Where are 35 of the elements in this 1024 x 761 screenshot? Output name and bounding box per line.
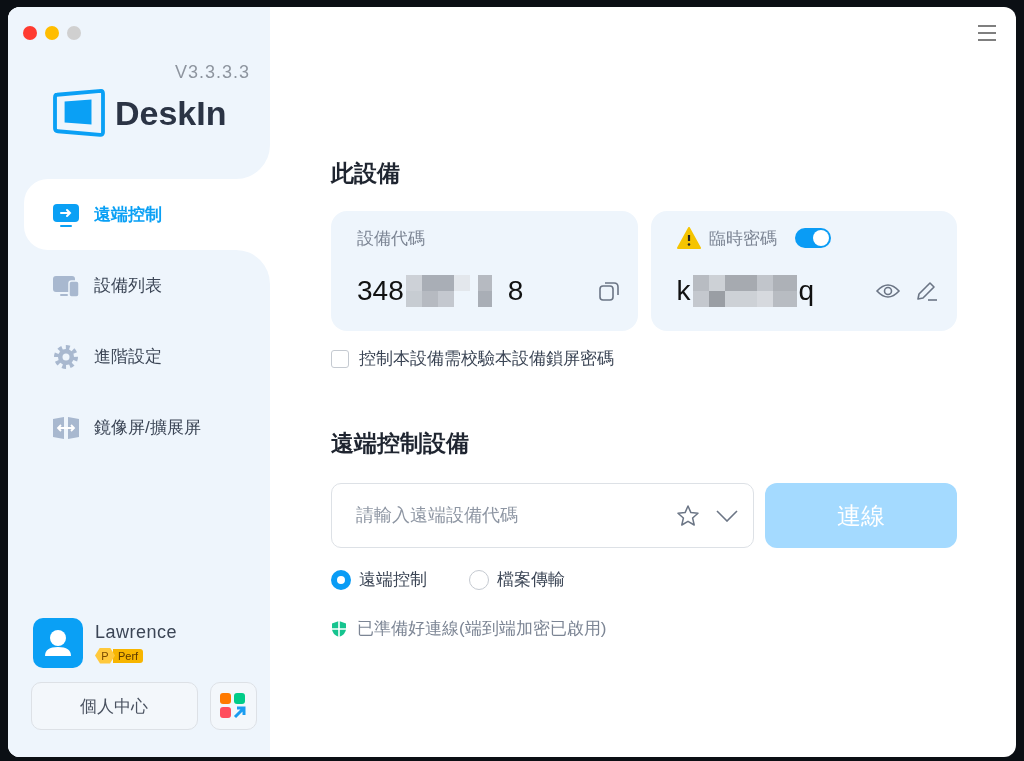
password-end: q [798, 275, 815, 307]
user-name: Lawrence [95, 621, 178, 643]
radio-button[interactable] [331, 569, 351, 590]
pencil-icon[interactable] [915, 280, 939, 302]
checkbox[interactable] [331, 349, 349, 368]
code-start: 348 [357, 275, 404, 307]
profile-button[interactable]: 個人中心 [31, 682, 198, 730]
device-code-field[interactable]: 請輸入遠端設備代碼 [331, 483, 754, 548]
code-end: 8 [507, 275, 524, 307]
status-text: 已準備好連線(端到端加密已啟用) [357, 618, 607, 640]
section-title: 此設備 [331, 159, 401, 188]
gear-icon [52, 342, 80, 371]
warning-icon [676, 227, 701, 249]
app-name: DeskIn [115, 93, 227, 133]
chevron-down-icon[interactable] [716, 509, 738, 522]
menu-icon[interactable] [977, 25, 997, 41]
apps-icon [220, 693, 247, 719]
star-icon[interactable] [676, 503, 700, 528]
radio-label: 遠端控制 [359, 569, 427, 591]
copy-icon[interactable] [597, 280, 620, 302]
field-label: 臨時密碼 [708, 227, 777, 250]
toggle-switch[interactable] [794, 228, 831, 248]
eye-icon[interactable] [875, 281, 901, 301]
shield-icon [331, 619, 347, 638]
avatar-icon [33, 618, 83, 668]
password-start: k [676, 275, 691, 307]
checkbox-label: 控制本設備需校驗本設備鎖屏密碼 [359, 348, 614, 370]
version-label: V3.3.3.3 [173, 62, 250, 83]
logo-icon [53, 89, 105, 137]
section-title: 遠端控制設備 [331, 429, 470, 458]
apps-button[interactable] [209, 682, 257, 730]
field-label: 設備代碼 [357, 227, 425, 250]
radio-label: 檔案傳輸 [497, 569, 565, 591]
membership-badge: P Perf [95, 646, 178, 665]
close-window-button[interactable] [23, 26, 37, 40]
